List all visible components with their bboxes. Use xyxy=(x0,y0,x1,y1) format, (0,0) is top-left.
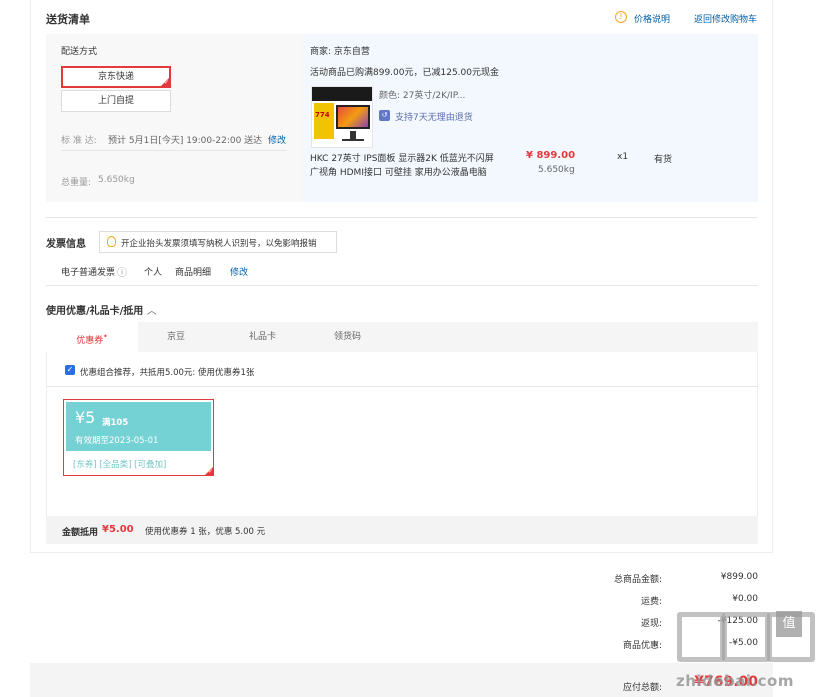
summary-amount: ¥5.00 xyxy=(102,524,134,535)
tab-jingdou[interactable]: 京豆 xyxy=(167,322,185,352)
price-note-link[interactable]: 价格说明 xyxy=(634,12,670,25)
tab-coupon-label: 优惠券 xyxy=(76,336,104,346)
watermark-logo-2 xyxy=(722,612,770,662)
return-policy: 支持7天无理由退货 xyxy=(395,113,473,123)
info-icon[interactable]: ⓘ xyxy=(117,264,127,279)
weight-label: 总重量: xyxy=(61,178,92,188)
invoice-tip-box: 开企业抬头发票须填写纳税人识别号，以免影响报销 xyxy=(99,231,337,253)
coupon-expiry: 有效期至2023-05-01 xyxy=(75,436,159,446)
product-weight: 5.650kg xyxy=(538,165,575,175)
standard-delivery-value: 预计 5月1日[今天] 19:00-22:00 送达 xyxy=(108,136,263,146)
seller-name: 商家: 京东自营 xyxy=(310,47,370,57)
invoice-modify-link[interactable]: 修改 xyxy=(230,265,248,278)
invoice-content: 商品明细 xyxy=(175,268,212,278)
coupon-card[interactable]: ¥5 满105 有效期至2023-05-01 [东券] [全品类] [可叠加] … xyxy=(63,399,214,476)
delivery-modify-link[interactable]: 修改 xyxy=(268,133,286,146)
standard-delivery-label: 标 准 达: xyxy=(61,136,97,146)
recommend-checkbox[interactable]: ✓ xyxy=(65,365,75,375)
coupon-tags: [东券] [全品类] [可叠加] xyxy=(73,460,167,470)
promo-text: 活动商品已购满899.00元，已减125.00元现金 xyxy=(310,68,499,78)
product-color: 颜色: 27英寸/2K/IP... xyxy=(379,91,466,101)
coupon-condition: 满105 xyxy=(102,418,129,428)
shipping-fee-value: ¥0.00 xyxy=(732,594,758,604)
tab-redeem-code[interactable]: 领货码 xyxy=(334,322,361,352)
product-image[interactable]: 774 xyxy=(311,86,373,148)
total-goods-label: 总商品金额: xyxy=(613,575,662,585)
cashback-label: 返现: xyxy=(640,619,662,629)
invoice-holder: 个人 xyxy=(144,268,163,278)
payable-label: 应付总额: xyxy=(622,683,662,693)
delivery-divider xyxy=(61,150,287,151)
warning-icon: ! xyxy=(615,11,627,23)
recommend-text: 优惠组合推荐，共抵用5.00元: 使用优惠券1张 xyxy=(80,368,255,378)
product-name-line2[interactable]: 广视角 HDMI接口 可壁挂 家用办公液晶电脑 xyxy=(310,165,487,178)
discount-title-text: 使用优惠/礼品卡/抵用 xyxy=(46,306,144,317)
delivery-option-express[interactable]: 京东快递 ✓ xyxy=(61,66,171,88)
coupon-amount: ¥5 xyxy=(75,408,96,427)
weight-value: 5.650kg xyxy=(98,175,135,185)
section-title: 送货清单 xyxy=(46,13,90,26)
product-discount-label: 商品优惠: xyxy=(622,641,662,651)
product-image-badge: 774 xyxy=(315,111,330,119)
watermark-badge: 值 xyxy=(776,611,802,637)
invoice-title: 发票信息 xyxy=(46,239,86,250)
delivery-option-pickup-label: 上门自提 xyxy=(97,96,134,106)
lightbulb-icon xyxy=(107,236,116,247)
invoice-type: 电子普通发票 xyxy=(61,268,116,278)
coupon-card-top: ¥5 满105 有效期至2023-05-01 xyxy=(66,402,211,451)
product-price: ¥ 899.00 xyxy=(526,150,576,161)
check-icon: ✓ xyxy=(163,79,169,86)
coupon-check-icon: ✓ xyxy=(207,468,213,475)
invoice-tip-text: 开企业抬头发票须填写纳税人识别号，以免影响报销 xyxy=(121,239,317,249)
discount-tabs: 优惠券• 京豆 礼品卡 领货码 xyxy=(46,322,758,352)
total-goods-value: ¥899.00 xyxy=(720,572,758,582)
summary-label: 金额抵用 xyxy=(62,528,99,538)
back-to-cart-link[interactable]: 返回修改购物车 xyxy=(694,12,757,25)
tab-coupon[interactable]: 优惠券• xyxy=(46,322,138,352)
stock-status: 有货 xyxy=(654,155,673,165)
delivery-option-pickup[interactable]: 上门自提 xyxy=(61,90,171,112)
section-divider-2 xyxy=(46,285,758,286)
chevron-up-icon: ︿ xyxy=(146,306,157,317)
product-name-line1[interactable]: HKC 27英寸 IPS面板 显示器2K 低蓝光不闪屏 xyxy=(310,151,494,164)
section-divider-1 xyxy=(46,217,758,218)
return-icon: ↺ xyxy=(379,110,390,121)
delivery-option-express-label: 京东快递 xyxy=(97,72,134,82)
watermark-logo-1 xyxy=(677,612,725,662)
shipping-fee-label: 运费: xyxy=(640,597,662,607)
product-quantity: x1 xyxy=(617,152,629,162)
coupon-divider xyxy=(47,386,757,387)
summary-detail: 使用优惠券 1 张，优惠 5.00 元 xyxy=(145,527,266,537)
delivery-label: 配送方式 xyxy=(61,47,98,57)
discount-title[interactable]: 使用优惠/礼品卡/抵用 ︿ xyxy=(46,302,157,317)
tab-gift-card[interactable]: 礼品卡 xyxy=(249,322,276,352)
watermark-text: zhidebai.com xyxy=(676,672,794,690)
